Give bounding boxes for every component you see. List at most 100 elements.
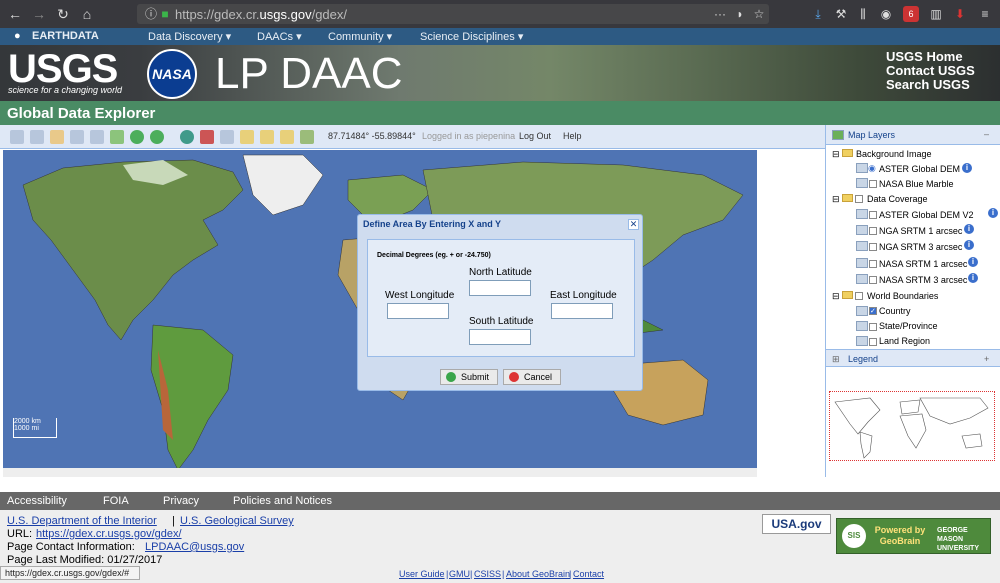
nav-community[interactable]: Community ▾ [328,30,392,43]
xy-coordinate-icon[interactable] [220,130,234,144]
layer-aster-v2[interactable]: ASTER Global DEM V2 [879,210,974,220]
doi-link[interactable]: U.S. Department of the Interior [7,515,157,527]
checkbox-checked-icon[interactable]: ✓ [869,307,877,315]
url-text[interactable]: https://gdex.cr.usgs.gov/gdex/ [175,7,347,22]
layer-nga-srtm-1[interactable]: NGA SRTM 1 arcsec [879,226,962,236]
info-icon[interactable]: i [988,208,998,218]
layer-aster-dem[interactable]: ASTER Global DEM [879,164,960,174]
info-icon[interactable]: i [964,240,974,250]
expand-coverage-icon[interactable]: ⊟ [832,194,840,205]
url-link[interactable]: https://gdex.cr.usgs.gov/gdex/ [36,528,182,540]
extension-badge-icon[interactable]: 6 [903,6,919,22]
back-arrow-icon[interactable]: ← [6,5,24,23]
home-icon[interactable]: ⌂ [78,5,96,23]
south-latitude-input[interactable] [469,329,531,345]
background-image-group[interactable]: Background Image [856,149,932,159]
zoom-out-icon[interactable] [30,130,44,144]
refresh-icon[interactable] [110,130,124,144]
globe-icon[interactable] [180,130,194,144]
submit-button[interactable]: Submit [440,369,498,385]
zoom-in-icon[interactable] [10,130,24,144]
info-icon[interactable]: i [968,257,978,267]
gmu-link[interactable]: GMU [449,569,470,579]
url-bar[interactable]: ⓘ ■ https://gdex.cr.usgs.gov/gdex/ ··· ◗… [137,4,769,24]
north-latitude-input[interactable] [469,280,531,296]
menu-hamburger-icon[interactable]: ≡ [977,6,993,22]
search-usgs-link[interactable]: Search USGS [886,78,975,92]
expand-background-icon[interactable]: ⊟ [832,149,840,160]
nav-daacs[interactable]: DAACs ▾ [257,30,302,43]
save-extension-icon[interactable]: ⬇ [952,6,968,22]
contact-usgs-link[interactable]: Contact USGS [886,64,975,78]
cancel-button[interactable]: Cancel [503,369,561,385]
checkbox[interactable] [869,260,877,268]
about-geobrain-link[interactable]: About GeoBrain [506,569,570,579]
layer-nasa-srtm-3[interactable]: NASA SRTM 3 arcsec [879,275,967,285]
radio-unselected-icon[interactable] [869,180,877,188]
download-icon[interactable]: ⤓ [810,6,826,22]
west-longitude-input[interactable] [387,303,449,319]
previous-view-icon[interactable] [130,130,144,144]
select-area-icon[interactable] [280,130,294,144]
privacy-link[interactable]: Privacy [163,495,199,507]
data-coverage-group[interactable]: Data Coverage [867,194,928,204]
pocket-icon[interactable]: ◗ [732,6,748,22]
user-guide-link[interactable]: User Guide [399,569,445,579]
wrench-icon[interactable]: ⚒ [833,6,849,22]
accessibility-link[interactable]: Accessibility [7,495,67,507]
checkbox[interactable] [869,227,877,235]
logout-link[interactable]: Log Out [519,131,551,141]
policies-link[interactable]: Policies and Notices [233,495,332,507]
bookmark-star-icon[interactable]: ☆ [751,6,767,22]
foia-link[interactable]: FOIA [103,495,129,507]
checkbox[interactable] [869,338,877,346]
library-icon[interactable]: ⫼ [855,6,871,22]
layer-land-region[interactable]: Land Region [879,336,930,346]
account-icon[interactable]: ◉ [878,6,894,22]
page-actions-icon[interactable]: ··· [712,6,728,22]
collapse-icon[interactable]: – [984,129,989,139]
checkbox[interactable] [869,211,877,219]
world-boundaries-group[interactable]: World Boundaries [867,291,938,301]
layer-blue-marble[interactable]: NASA Blue Marble [879,179,954,189]
checkbox[interactable] [869,276,877,284]
help-link[interactable]: Help [563,131,582,141]
reload-icon[interactable]: ↻ [54,5,72,23]
full-extent-icon[interactable] [90,130,104,144]
east-longitude-input[interactable] [551,303,613,319]
checkbox[interactable] [855,195,863,203]
usgs-home-link[interactable]: USGS Home [886,50,975,64]
sidebar-icon[interactable]: ▥ [928,6,944,22]
rectangle-select-icon[interactable] [260,130,274,144]
expand-icon[interactable]: + [984,354,989,364]
nav-science-disciplines[interactable]: Science Disciplines ▾ [420,30,523,43]
info-icon[interactable]: i [962,163,972,173]
layer-state-province[interactable]: State/Province [879,321,938,331]
geobrain-badge[interactable]: SIS Powered by GeoBrain GEORGE MASON UNI… [836,518,991,554]
info-icon[interactable]: i [968,273,978,283]
checkbox[interactable] [869,323,877,331]
contact-link[interactable]: Contact [573,569,604,579]
radio-selected-icon[interactable]: ◉ [868,163,876,174]
checkbox[interactable] [855,292,863,300]
next-view-icon[interactable] [150,130,164,144]
expand-boundaries-icon[interactable]: ⊟ [832,291,840,302]
csiss-link[interactable]: CSISS [474,569,501,579]
layer-country[interactable]: Country [879,306,911,316]
overview-map[interactable] [829,391,995,461]
usagov-logo[interactable]: USA.gov [762,514,831,534]
us-flag-icon[interactable] [200,130,214,144]
usgs-link[interactable]: U.S. Geological Survey [180,515,294,527]
pan-hand-icon[interactable] [50,130,64,144]
layer-nasa-srtm-1[interactable]: NASA SRTM 1 arcsec [879,259,967,269]
contact-email-link[interactable]: LPDAAC@usgs.gov [145,541,244,553]
polygon-icon[interactable] [240,130,254,144]
layer-nga-srtm-3[interactable]: NGA SRTM 3 arcsec [879,242,962,252]
checkbox[interactable] [869,243,877,251]
nasa-logo[interactable]: NASA [147,49,197,99]
earthdata-brand[interactable]: EARTHDATA [32,30,99,42]
info-icon[interactable]: i [964,224,974,234]
earthdata-logo-icon[interactable]: ● [14,30,21,42]
close-icon[interactable]: ✕ [628,219,639,230]
legend-header[interactable]: ⊞ Legend + [826,349,1000,367]
